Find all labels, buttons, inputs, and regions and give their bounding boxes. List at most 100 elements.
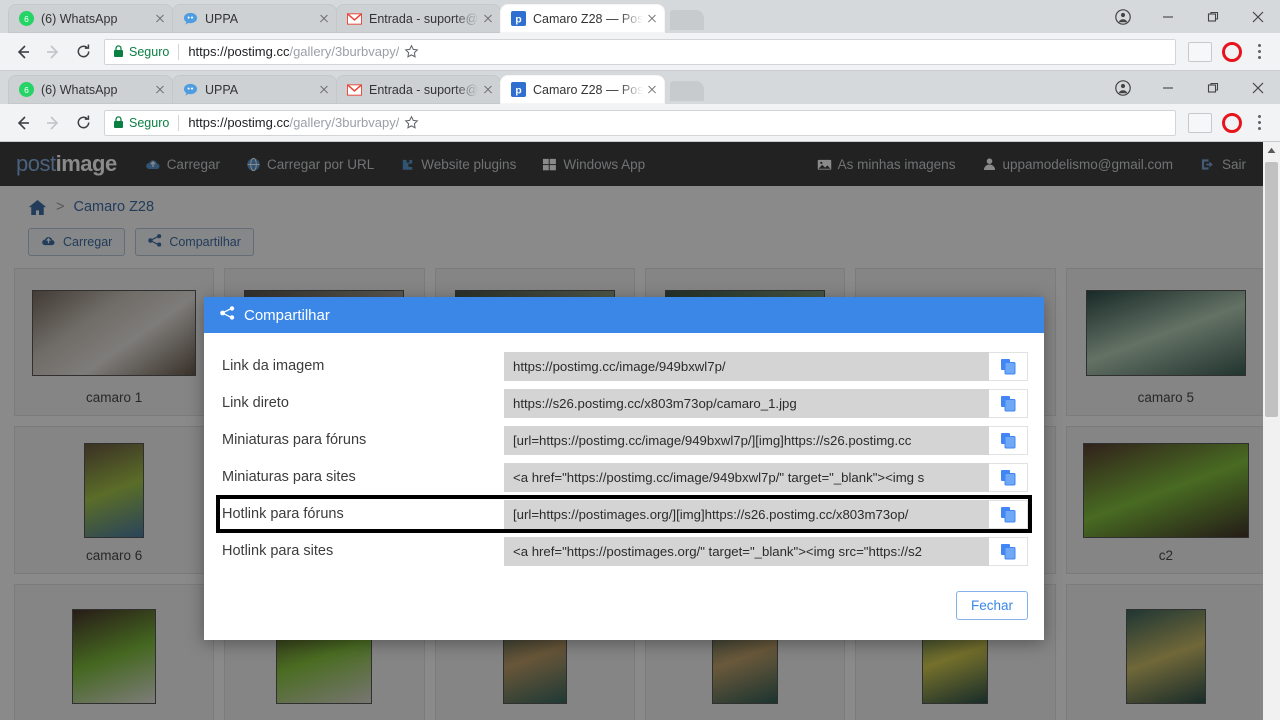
maximize-icon[interactable]	[1190, 71, 1235, 104]
window-controls-ghost	[1100, 0, 1280, 33]
copy-icon[interactable]	[989, 425, 1028, 455]
share-row-label: Hotlink para fóruns	[222, 506, 344, 522]
share-row-field: [url=https://postimages.org/][img]https:…	[504, 499, 1028, 529]
tab-uppa[interactable]: UPPA	[172, 75, 338, 104]
share-row-miniaturas-foruns: Miniaturas para fóruns [url=https://post…	[222, 425, 1028, 455]
star-icon[interactable]	[399, 44, 423, 59]
opera-icon[interactable]	[1222, 41, 1242, 62]
copy-icon[interactable]	[989, 462, 1028, 492]
share-link-input[interactable]: <a href="https://postimg.cc/image/949bxw…	[504, 462, 989, 492]
url-domain: https://postimg.cc	[188, 44, 290, 59]
share-link-input[interactable]: [url=https://postimages.org/][img]https:…	[504, 499, 989, 529]
scrollbar-thumb[interactable]	[1265, 162, 1278, 417]
svg-text:6: 6	[24, 85, 29, 95]
opera-icon[interactable]	[1222, 112, 1242, 133]
maximize-icon[interactable]	[1190, 0, 1235, 33]
forward-icon	[38, 108, 68, 138]
close-icon[interactable]	[315, 10, 333, 28]
security-label: Seguro	[129, 115, 170, 130]
tab-postimage[interactable]: p Camaro Z28 — Postimag	[500, 75, 665, 104]
close-icon[interactable]	[1235, 0, 1280, 33]
share-icon	[220, 306, 235, 324]
share-modal-footer: Fechar	[204, 583, 1044, 640]
back-icon[interactable]	[8, 108, 38, 138]
tab-title: (6) WhatsApp	[41, 82, 118, 97]
url-path: /gallery/3burbvapy/	[289, 44, 400, 59]
share-link-input[interactable]: [url=https://postimg.cc/image/949bxwl7p/…	[504, 425, 989, 455]
share-modal-header: Compartilhar	[204, 297, 1044, 333]
chat-bubble-icon	[182, 11, 198, 27]
extension-icon[interactable]	[1188, 112, 1212, 133]
reload-icon[interactable]	[68, 108, 98, 138]
browser-chrome: 6 (6) WhatsApp UPPA Entrada - suporte@ci…	[0, 71, 1280, 142]
close-icon[interactable]	[151, 81, 169, 99]
reload-icon[interactable]	[68, 37, 98, 67]
close-icon[interactable]	[643, 10, 661, 28]
minimize-icon[interactable]	[1145, 71, 1190, 104]
scroll-up-arrow-icon[interactable]	[1263, 142, 1280, 159]
share-link-input[interactable]: https://s26.postimg.cc/x803m73op/camaro_…	[504, 388, 989, 418]
tab-title: Entrada - suporte@ciclad	[369, 11, 479, 26]
copy-icon[interactable]	[989, 351, 1028, 381]
tab-whatsapp-ghost[interactable]: 6 (6) WhatsApp	[8, 4, 174, 33]
close-modal-button[interactable]: Fechar	[955, 591, 1028, 620]
profile-icon[interactable]	[1100, 71, 1145, 104]
profile-icon[interactable]	[1100, 0, 1145, 33]
url-domain: https://postimg.cc	[188, 115, 290, 130]
share-row-label: Miniaturas para sites	[222, 469, 356, 485]
page-viewport: postimage Carregar Carregar por URL Webs…	[0, 142, 1280, 720]
url-path: /gallery/3burbvapy/	[289, 115, 400, 130]
page-scrollbar[interactable]	[1263, 142, 1280, 720]
star-icon[interactable]	[399, 115, 423, 130]
minimize-icon[interactable]	[1145, 0, 1190, 33]
share-modal-body: Link da imagem https://postimg.cc/image/…	[204, 333, 1044, 583]
tab-title: UPPA	[205, 11, 239, 26]
kebab-menu-icon[interactable]	[1246, 115, 1272, 130]
tab-title: Entrada - suporte@ciclad	[369, 82, 479, 97]
omnibox-divider	[178, 114, 180, 131]
svg-text:p: p	[515, 85, 521, 96]
tab-postimage-ghost[interactable]: p Camaro Z28 — Postimag	[500, 4, 665, 33]
browser-toolbar: Seguro https://postimg.cc/gallery/3burbv…	[0, 104, 1280, 142]
address-bar[interactable]: Seguro https://postimg.cc/gallery/3burbv…	[104, 38, 1176, 65]
close-icon[interactable]	[151, 10, 169, 28]
postimage-icon: p	[510, 11, 526, 27]
back-icon[interactable]	[8, 37, 38, 67]
copy-icon[interactable]	[989, 499, 1028, 529]
tab-uppa-ghost[interactable]: UPPA	[172, 4, 338, 33]
share-modal-title: Compartilhar	[244, 306, 330, 324]
browser-chrome-ghost: 6 (6) WhatsApp UPPA Entrada - suporte@ci…	[0, 0, 1280, 71]
close-icon[interactable]	[643, 81, 661, 99]
new-tab-button[interactable]	[670, 81, 704, 101]
copy-icon[interactable]	[989, 536, 1028, 566]
share-row-label: Miniaturas para fóruns	[222, 432, 367, 448]
address-bar[interactable]: Seguro https://postimg.cc/gallery/3burbv…	[104, 109, 1176, 136]
tab-gmail[interactable]: Entrada - suporte@ciclad	[336, 75, 502, 104]
tab-strip-ghost: 6 (6) WhatsApp UPPA Entrada - suporte@ci…	[0, 0, 1280, 33]
share-row-hotlink-sites: Hotlink para sites <a href="https://post…	[222, 536, 1028, 566]
share-link-input[interactable]: <a href="https://postimages.org/" target…	[504, 536, 989, 566]
omnibox-divider	[178, 43, 180, 60]
extension-icon[interactable]	[1188, 41, 1212, 62]
close-icon[interactable]	[1235, 71, 1280, 104]
close-icon[interactable]	[315, 81, 333, 99]
whatsapp-icon: 6	[18, 82, 34, 98]
share-row-miniaturas-sites: Miniaturas para sites <a href="https://p…	[222, 462, 1028, 492]
close-icon[interactable]	[479, 81, 497, 99]
tab-title: UPPA	[205, 82, 239, 97]
tab-title: Camaro Z28 — Postimag	[533, 11, 643, 26]
close-icon[interactable]	[479, 10, 497, 28]
share-row-label: Link da imagem	[222, 358, 325, 374]
share-link-input[interactable]: https://postimg.cc/image/949bxwl7p/	[504, 351, 989, 381]
lock-icon: Seguro	[113, 45, 169, 59]
kebab-menu-icon[interactable]	[1246, 44, 1272, 59]
chat-bubble-icon	[182, 82, 198, 98]
share-row-field: [url=https://postimg.cc/image/949bxwl7p/…	[504, 425, 1028, 455]
postimage-icon: p	[510, 82, 526, 98]
copy-icon[interactable]	[989, 388, 1028, 418]
tab-title: (6) WhatsApp	[41, 11, 118, 26]
tab-whatsapp[interactable]: 6 (6) WhatsApp	[8, 75, 174, 104]
tab-gmail-ghost[interactable]: Entrada - suporte@ciclad	[336, 4, 502, 33]
share-row-hotlink-foruns: Hotlink para fóruns [url=https://postima…	[216, 495, 1032, 533]
new-tab-button[interactable]	[670, 10, 704, 30]
